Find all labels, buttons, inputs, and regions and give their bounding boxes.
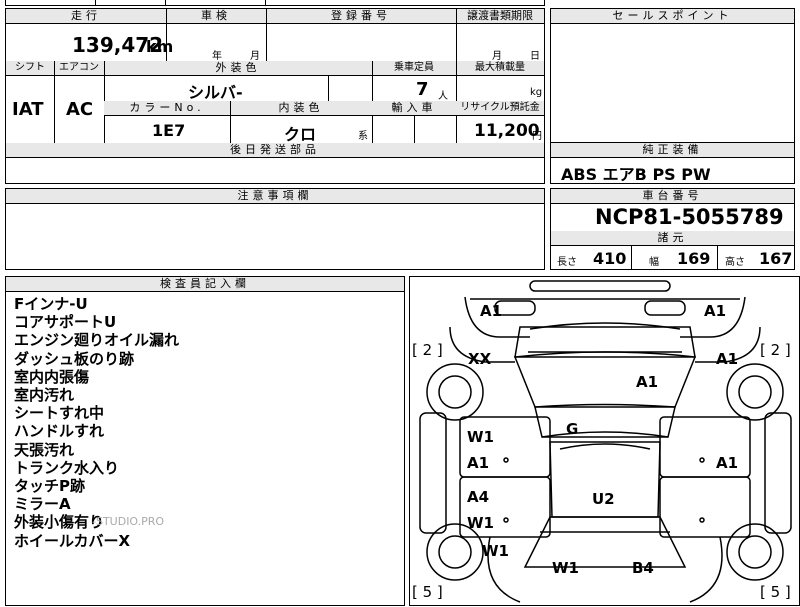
mileage-header: 走行	[6, 9, 166, 24]
watermark: -STUDIO.PRO	[92, 515, 165, 528]
mark-door-fl-lower: A1	[467, 454, 490, 472]
mark-fender-right: A1	[716, 350, 739, 368]
max-load-header: 最大積載量	[456, 61, 544, 76]
length-label: 長さ	[557, 257, 577, 268]
mark-door-fl-upper: W1	[467, 428, 494, 446]
mark-quarter-left: W1	[482, 542, 509, 560]
import-header: 輸入車	[372, 101, 456, 116]
mileage-unit: km	[146, 37, 174, 56]
interior-header: 内装色	[230, 101, 372, 116]
mark-roof: G	[566, 420, 579, 438]
inspector-header: 検査員記入欄	[6, 277, 404, 292]
transfer-month: 月	[492, 51, 502, 62]
inspector-note-item: トランク水入り	[14, 458, 120, 477]
height-value: 167	[759, 249, 793, 268]
color-no-value: 1E7	[152, 121, 186, 140]
caution-header: 注意事項欄	[6, 189, 544, 204]
inspector-note-item: 室内汚れ	[14, 386, 75, 405]
inspector-note-item: ダッシュ板のり跡	[14, 349, 135, 368]
inspector-note-item: ホイールカバーX	[14, 531, 131, 550]
capacity-value: 7	[416, 79, 429, 100]
equipment-header: 純正装備	[551, 143, 794, 158]
mark-rear-right: B4	[632, 559, 654, 577]
tire-left-rear-label: [ 5 ]	[412, 583, 443, 601]
mark-front-left: A1	[480, 302, 503, 320]
interior-value: クロ	[284, 125, 317, 144]
tire-right-rear-label: [ 5 ]	[760, 583, 791, 601]
transfer-day: 日	[530, 51, 540, 62]
recycle-unit: 円	[532, 131, 542, 142]
inspector-note-item: コアサポートU	[14, 313, 117, 332]
inspector-note-item: タッチP跡	[14, 477, 85, 496]
inspector-note-item: シートすれ中	[14, 404, 105, 423]
mark-door-rl-upper: A4	[467, 488, 490, 506]
recycle-value: 11,200	[474, 121, 540, 141]
exterior-value: シルバ-	[188, 83, 243, 102]
shift-header: シフト	[6, 61, 54, 76]
mark-rear-left: W1	[552, 559, 579, 577]
inspector-note-item: 天張汚れ	[14, 440, 75, 459]
tire-left-front-label: [ 2 ]	[412, 341, 443, 359]
inspector-note-item: ミラーA	[14, 495, 71, 514]
length-value: 410	[593, 249, 627, 268]
width-value: 169	[677, 249, 711, 268]
color-no-header: カラーNo.	[104, 101, 230, 116]
inspection-header: 車検	[166, 9, 266, 24]
mark-front-right: A1	[704, 302, 727, 320]
tire-right-front-label: [ 2 ]	[760, 341, 791, 359]
shift-value: IAT	[12, 99, 44, 120]
ac-header: エアコン	[54, 61, 104, 76]
mark-door-rl-lower: W1	[467, 514, 494, 532]
inspector-note-item: ハンドルすれ	[14, 422, 105, 441]
ac-value: AC	[66, 99, 94, 120]
car-diagram-box: A1 A1 XX A1 A1 G W1 A1 A1 A4 W1 U2 W1 W1…	[409, 276, 800, 606]
inspection-month: 月	[250, 51, 260, 62]
transfer-header: 譲渡書類期限	[456, 9, 544, 24]
exterior-header: 外装色	[104, 61, 372, 76]
recycle-header: リサイクル預託金	[456, 101, 544, 116]
top-strip	[5, 0, 545, 6]
dims-header: 諸元	[551, 231, 794, 246]
height-label: 高さ	[725, 257, 745, 268]
mark-fender-left: XX	[468, 350, 492, 368]
max-load-unit: kg	[530, 87, 543, 98]
inspector-notes: Fインナ-U コアサポートU エンジン廻りオイル漏れ ダッシュ板のり跡 室内内張傷 室内汚…	[14, 295, 179, 550]
parts-header: 後日発送部品	[6, 143, 544, 158]
inspector-note-item: 室内内張傷	[14, 367, 90, 386]
sales-point-header: セールスポイント	[551, 9, 794, 24]
mark-door-fr: A1	[716, 454, 739, 472]
interior-unit: 系	[358, 131, 368, 142]
caution-box: 注意事項欄	[5, 188, 545, 270]
mark-hood: A1	[636, 373, 659, 391]
inspector-note-item: エンジン廻りオイル漏れ	[14, 331, 180, 350]
chassis-value: NCP81-5055789	[595, 205, 784, 229]
width-label: 幅	[649, 257, 659, 268]
registration-header: 登録番号	[266, 9, 456, 24]
inspection-year: 年	[212, 51, 222, 62]
inspector-note-item: Fインナ-U	[14, 295, 88, 313]
capacity-unit: 人	[438, 91, 448, 102]
equipment-value: ABS エアB PS PW	[561, 165, 711, 184]
capacity-header: 乗車定員	[372, 61, 456, 76]
equipment-box: 純正装備 ABS エアB PS PW	[550, 142, 795, 184]
mark-rear-roof: U2	[592, 490, 615, 508]
chassis-header: 車台番号	[551, 189, 794, 204]
chassis-box: 車台番号 NCP81-5055789 諸元 長さ 410 幅 169 高さ 16…	[550, 188, 795, 270]
sales-point-box: セールスポイント	[550, 8, 795, 143]
main-info-table: 走行 車検 登録番号 譲渡書類期限 139,472 km 年 月 月 日 シフト…	[5, 8, 545, 184]
inspector-box: 検査員記入欄 Fインナ-U コアサポートU エンジン廻りオイル漏れ ダッシュ板のり跡室…	[5, 276, 405, 606]
